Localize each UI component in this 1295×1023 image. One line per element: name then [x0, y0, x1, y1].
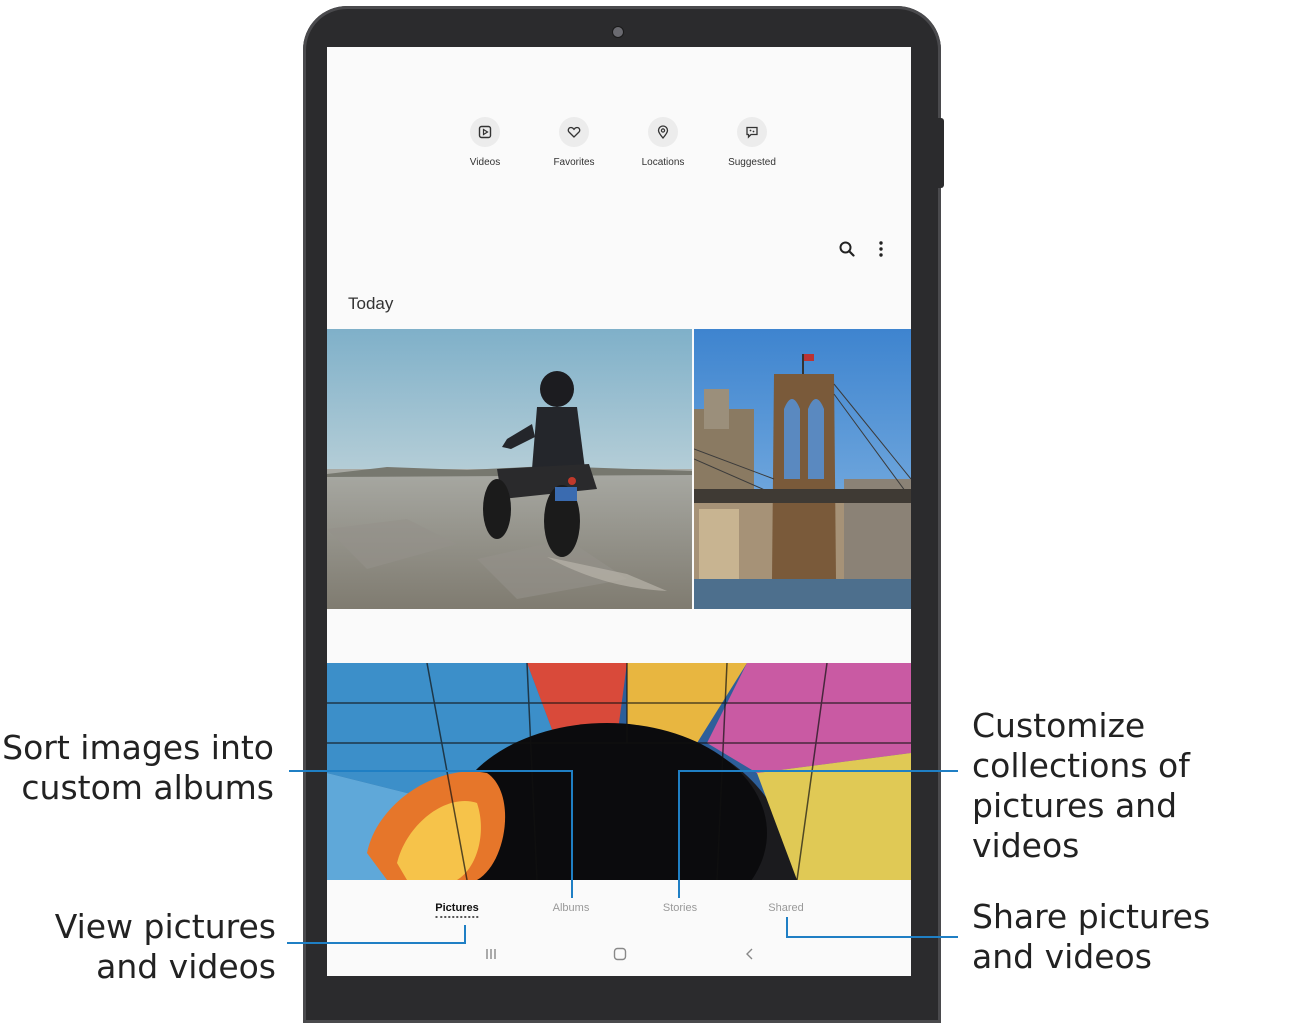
leader-line-albums-drop [571, 770, 573, 898]
location-pin-icon [648, 117, 678, 147]
back-icon[interactable] [743, 947, 757, 966]
leader-line-pictures-rise [464, 925, 466, 944]
home-icon[interactable] [613, 947, 627, 966]
photo-bridge[interactable] [694, 329, 911, 609]
play-square-icon [470, 117, 500, 147]
side-button [937, 118, 944, 188]
quick-locations-label: Locations [641, 157, 685, 168]
section-title-today: Today [348, 294, 394, 313]
recents-icon[interactable] [484, 947, 498, 966]
more-vertical-icon[interactable] [878, 240, 884, 263]
heart-icon [559, 117, 589, 147]
front-camera [612, 26, 624, 38]
quick-videos[interactable]: Videos [445, 117, 525, 168]
callout-stories: Customize collections of pictures and vi… [972, 706, 1190, 865]
leader-line-shared-rise [786, 917, 788, 938]
tab-stories[interactable]: Stories [663, 902, 697, 914]
leader-line-stories [678, 770, 958, 772]
quick-favorites-label: Favorites [553, 157, 595, 168]
callout-albums: Sort images into custom albums [2, 728, 274, 807]
callout-shared: Share pictures and videos [972, 897, 1211, 976]
photo-motorcycle[interactable] [327, 329, 692, 609]
tab-pictures[interactable]: Pictures [435, 902, 478, 918]
quick-favorites[interactable]: Favorites [534, 117, 614, 168]
gallery-screen: Videos Favorites Locations Suggested Tod… [327, 47, 911, 976]
callout-pictures: View pictures and videos [54, 907, 276, 986]
quick-locations[interactable]: Locations [623, 117, 703, 168]
search-icon[interactable] [838, 240, 856, 263]
leader-line-shared [786, 936, 958, 938]
tab-shared[interactable]: Shared [768, 902, 803, 914]
tab-albums[interactable]: Albums [553, 902, 590, 914]
quick-suggested-label: Suggested [728, 157, 776, 168]
quick-suggested[interactable]: Suggested [712, 117, 792, 168]
leader-line-albums [289, 770, 572, 772]
leader-line-pictures [287, 942, 465, 944]
suggested-chat-icon [737, 117, 767, 147]
leader-line-stories-drop [678, 770, 680, 898]
quick-videos-label: Videos [469, 157, 501, 168]
